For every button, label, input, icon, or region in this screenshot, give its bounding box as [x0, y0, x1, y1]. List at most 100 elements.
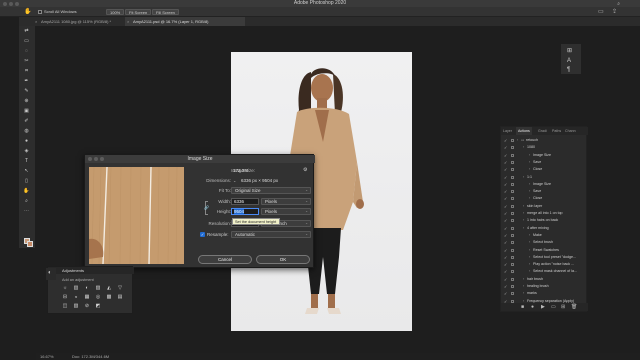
share-icon[interactable]: ⇪: [612, 8, 617, 15]
dialog-toggle-box[interactable]: [511, 277, 514, 281]
adjustment-layer-icon[interactable]: ▽: [117, 285, 123, 291]
fill-screen-button[interactable]: Fill Screen: [152, 9, 179, 15]
dialog-toggle-box[interactable]: [511, 285, 514, 288]
eyedropper-tool-icon[interactable]: ✒: [22, 78, 31, 84]
adjustment-layer-icon[interactable]: ◐: [84, 285, 90, 291]
dialog-toggle-box[interactable]: [511, 153, 514, 157]
dialog-toggle-box[interactable]: [511, 248, 514, 252]
history-brush-tool-icon[interactable]: ✐: [22, 118, 31, 124]
dialog-toggle-box[interactable]: [511, 233, 514, 237]
adjustment-layer-icon[interactable]: ▥: [73, 285, 79, 291]
quick-selection-tool-icon[interactable]: ✂: [22, 58, 31, 64]
tab-paths[interactable]: Paths: [552, 127, 561, 135]
width-input[interactable]: 6336: [231, 198, 259, 205]
healing-brush-tool-icon[interactable]: ✎: [22, 88, 31, 94]
dialog-toggle-box[interactable]: [511, 182, 514, 186]
settings-gear-icon[interactable]: ⚙: [303, 167, 307, 173]
workspace-icon[interactable]: ▭: [598, 8, 604, 15]
adjustment-layer-icon[interactable]: ◎: [95, 294, 101, 300]
adjustment-layer-icon[interactable]: ☼: [62, 285, 68, 291]
background-color-swatch[interactable]: [27, 241, 33, 247]
dialog-toggle-box[interactable]: [511, 292, 514, 296]
path-selection-tool-icon[interactable]: ↖: [22, 168, 31, 174]
dialog-toggle-box[interactable]: [511, 270, 514, 274]
dialog-toggle-box[interactable]: [511, 212, 514, 215]
record-icon[interactable]: ●: [531, 304, 534, 310]
adjustment-layer-icon[interactable]: ◩: [95, 303, 101, 309]
width-unit-select[interactable]: Pixels ⌄: [261, 198, 311, 205]
dialog-toggle-box[interactable]: [511, 255, 514, 259]
adjustment-layer-icon[interactable]: ▤: [117, 294, 123, 300]
resample-select[interactable]: Automatic ⌄: [231, 231, 311, 238]
dialog-toggle-box[interactable]: [511, 168, 514, 172]
new-set-icon[interactable]: ▭: [551, 304, 556, 310]
dialog-toggle-box[interactable]: [511, 197, 514, 201]
type-tool-icon[interactable]: T: [22, 158, 31, 164]
resample-checkbox[interactable]: ✓: [200, 232, 205, 237]
dialog-toggle-box[interactable]: [511, 226, 514, 230]
hand-tool-icon[interactable]: ✋: [22, 188, 31, 194]
scroll-all-windows-checkbox[interactable]: [38, 10, 42, 14]
new-action-icon[interactable]: ⊞: [561, 304, 565, 310]
dimensions-value: 6336 px × 9504 px: [241, 178, 279, 183]
lasso-tool-icon[interactable]: ◌: [22, 48, 31, 54]
dimensions-chevron-icon[interactable]: ⌄: [233, 178, 236, 183]
dialog-close-icon[interactable]: [88, 157, 92, 161]
tab-gradients[interactable]: Gradi: [538, 127, 547, 135]
tab-actions[interactable]: Actions: [516, 127, 532, 135]
image-preview[interactable]: [89, 167, 184, 264]
adjustment-layer-icon[interactable]: ◒: [73, 294, 79, 300]
fit-screen-button[interactable]: Fit Screen: [125, 9, 152, 15]
resolution-label: Resolution:: [208, 221, 231, 226]
adjustment-layer-icon[interactable]: ⊟: [62, 294, 68, 300]
adjustment-layer-icon[interactable]: ◫: [62, 303, 68, 309]
zoom-tool-icon[interactable]: ⌕: [22, 198, 31, 204]
adjustment-layer-icon[interactable]: ⊘: [84, 303, 90, 309]
paragraph-icon[interactable]: ¶: [567, 67, 570, 73]
adjustment-layer-icon[interactable]: ▦: [84, 294, 90, 300]
adjustment-layer-icon[interactable]: ▩: [106, 294, 112, 300]
fit-to-select[interactable]: Original Size ⌄: [231, 187, 311, 194]
close-tab-icon[interactable]: ×: [127, 17, 129, 26]
tab-amya2111-jpg[interactable]: × AmyA2111 1080.jpg @ 115% (RGB/8) *: [33, 17, 125, 26]
adjustment-layer-icon[interactable]: ◭: [106, 285, 112, 291]
brush-tool-icon[interactable]: ⊕: [22, 98, 31, 104]
zoom-level[interactable]: 16.67%: [40, 353, 54, 360]
dialog-toggle-box[interactable]: [511, 263, 514, 267]
close-tab-icon[interactable]: ×: [35, 17, 37, 26]
trash-icon[interactable]: 🗑: [571, 304, 577, 310]
character-icon[interactable]: A: [567, 58, 571, 64]
dialog-toggle-box[interactable]: [511, 241, 514, 245]
tab-channels[interactable]: Chann: [565, 127, 576, 135]
height-unit-select[interactable]: Pixels ⌄: [261, 208, 311, 215]
dialog-toggle-box[interactable]: [511, 146, 514, 150]
adjustment-layer-icon[interactable]: ▨: [95, 285, 101, 291]
dialog-toggle-box[interactable]: [511, 139, 514, 142]
marquee-tool-icon[interactable]: ▭: [22, 38, 31, 44]
properties-icon[interactable]: ⊞: [567, 47, 572, 54]
tab-amya2111-psd[interactable]: × AmyA2111.psd @ 16.7% (Layer 1, RGB/8): [125, 17, 245, 26]
play-icon[interactable]: ▶: [541, 304, 545, 310]
height-input[interactable]: 9504: [231, 208, 259, 215]
crop-tool-icon[interactable]: ⌗: [22, 68, 31, 74]
dialog-toggle-box[interactable]: [511, 204, 514, 208]
dialog-toggle-box[interactable]: [511, 190, 514, 194]
adjustments-side-icon[interactable]: ◐: [46, 268, 56, 280]
dialog-toggle-box[interactable]: [511, 175, 514, 179]
zoom-100-button[interactable]: 100%: [106, 9, 125, 15]
more-tools-icon[interactable]: ⋯: [22, 208, 31, 214]
rectangle-tool-icon[interactable]: ▯: [22, 178, 31, 184]
dialog-toggle-box[interactable]: [511, 160, 514, 164]
clone-stamp-tool-icon[interactable]: ▣: [22, 108, 31, 114]
document-size: Doc: 172.3M/344.6M: [72, 354, 110, 359]
stop-icon[interactable]: ■: [521, 304, 524, 310]
cancel-button[interactable]: Cancel: [198, 255, 252, 264]
dialog-toggle-box[interactable]: [511, 219, 514, 223]
tab-layers[interactable]: Layer: [503, 127, 512, 135]
ok-button[interactable]: OK: [256, 255, 310, 264]
adjustment-layer-icon[interactable]: ▧: [73, 303, 79, 309]
move-tool-icon[interactable]: ⇄: [22, 28, 31, 34]
eraser-tool-icon[interactable]: ◍: [22, 128, 31, 134]
gradient-tool-icon[interactable]: ●: [22, 138, 31, 144]
dodge-tool-icon[interactable]: ◈: [22, 148, 31, 154]
